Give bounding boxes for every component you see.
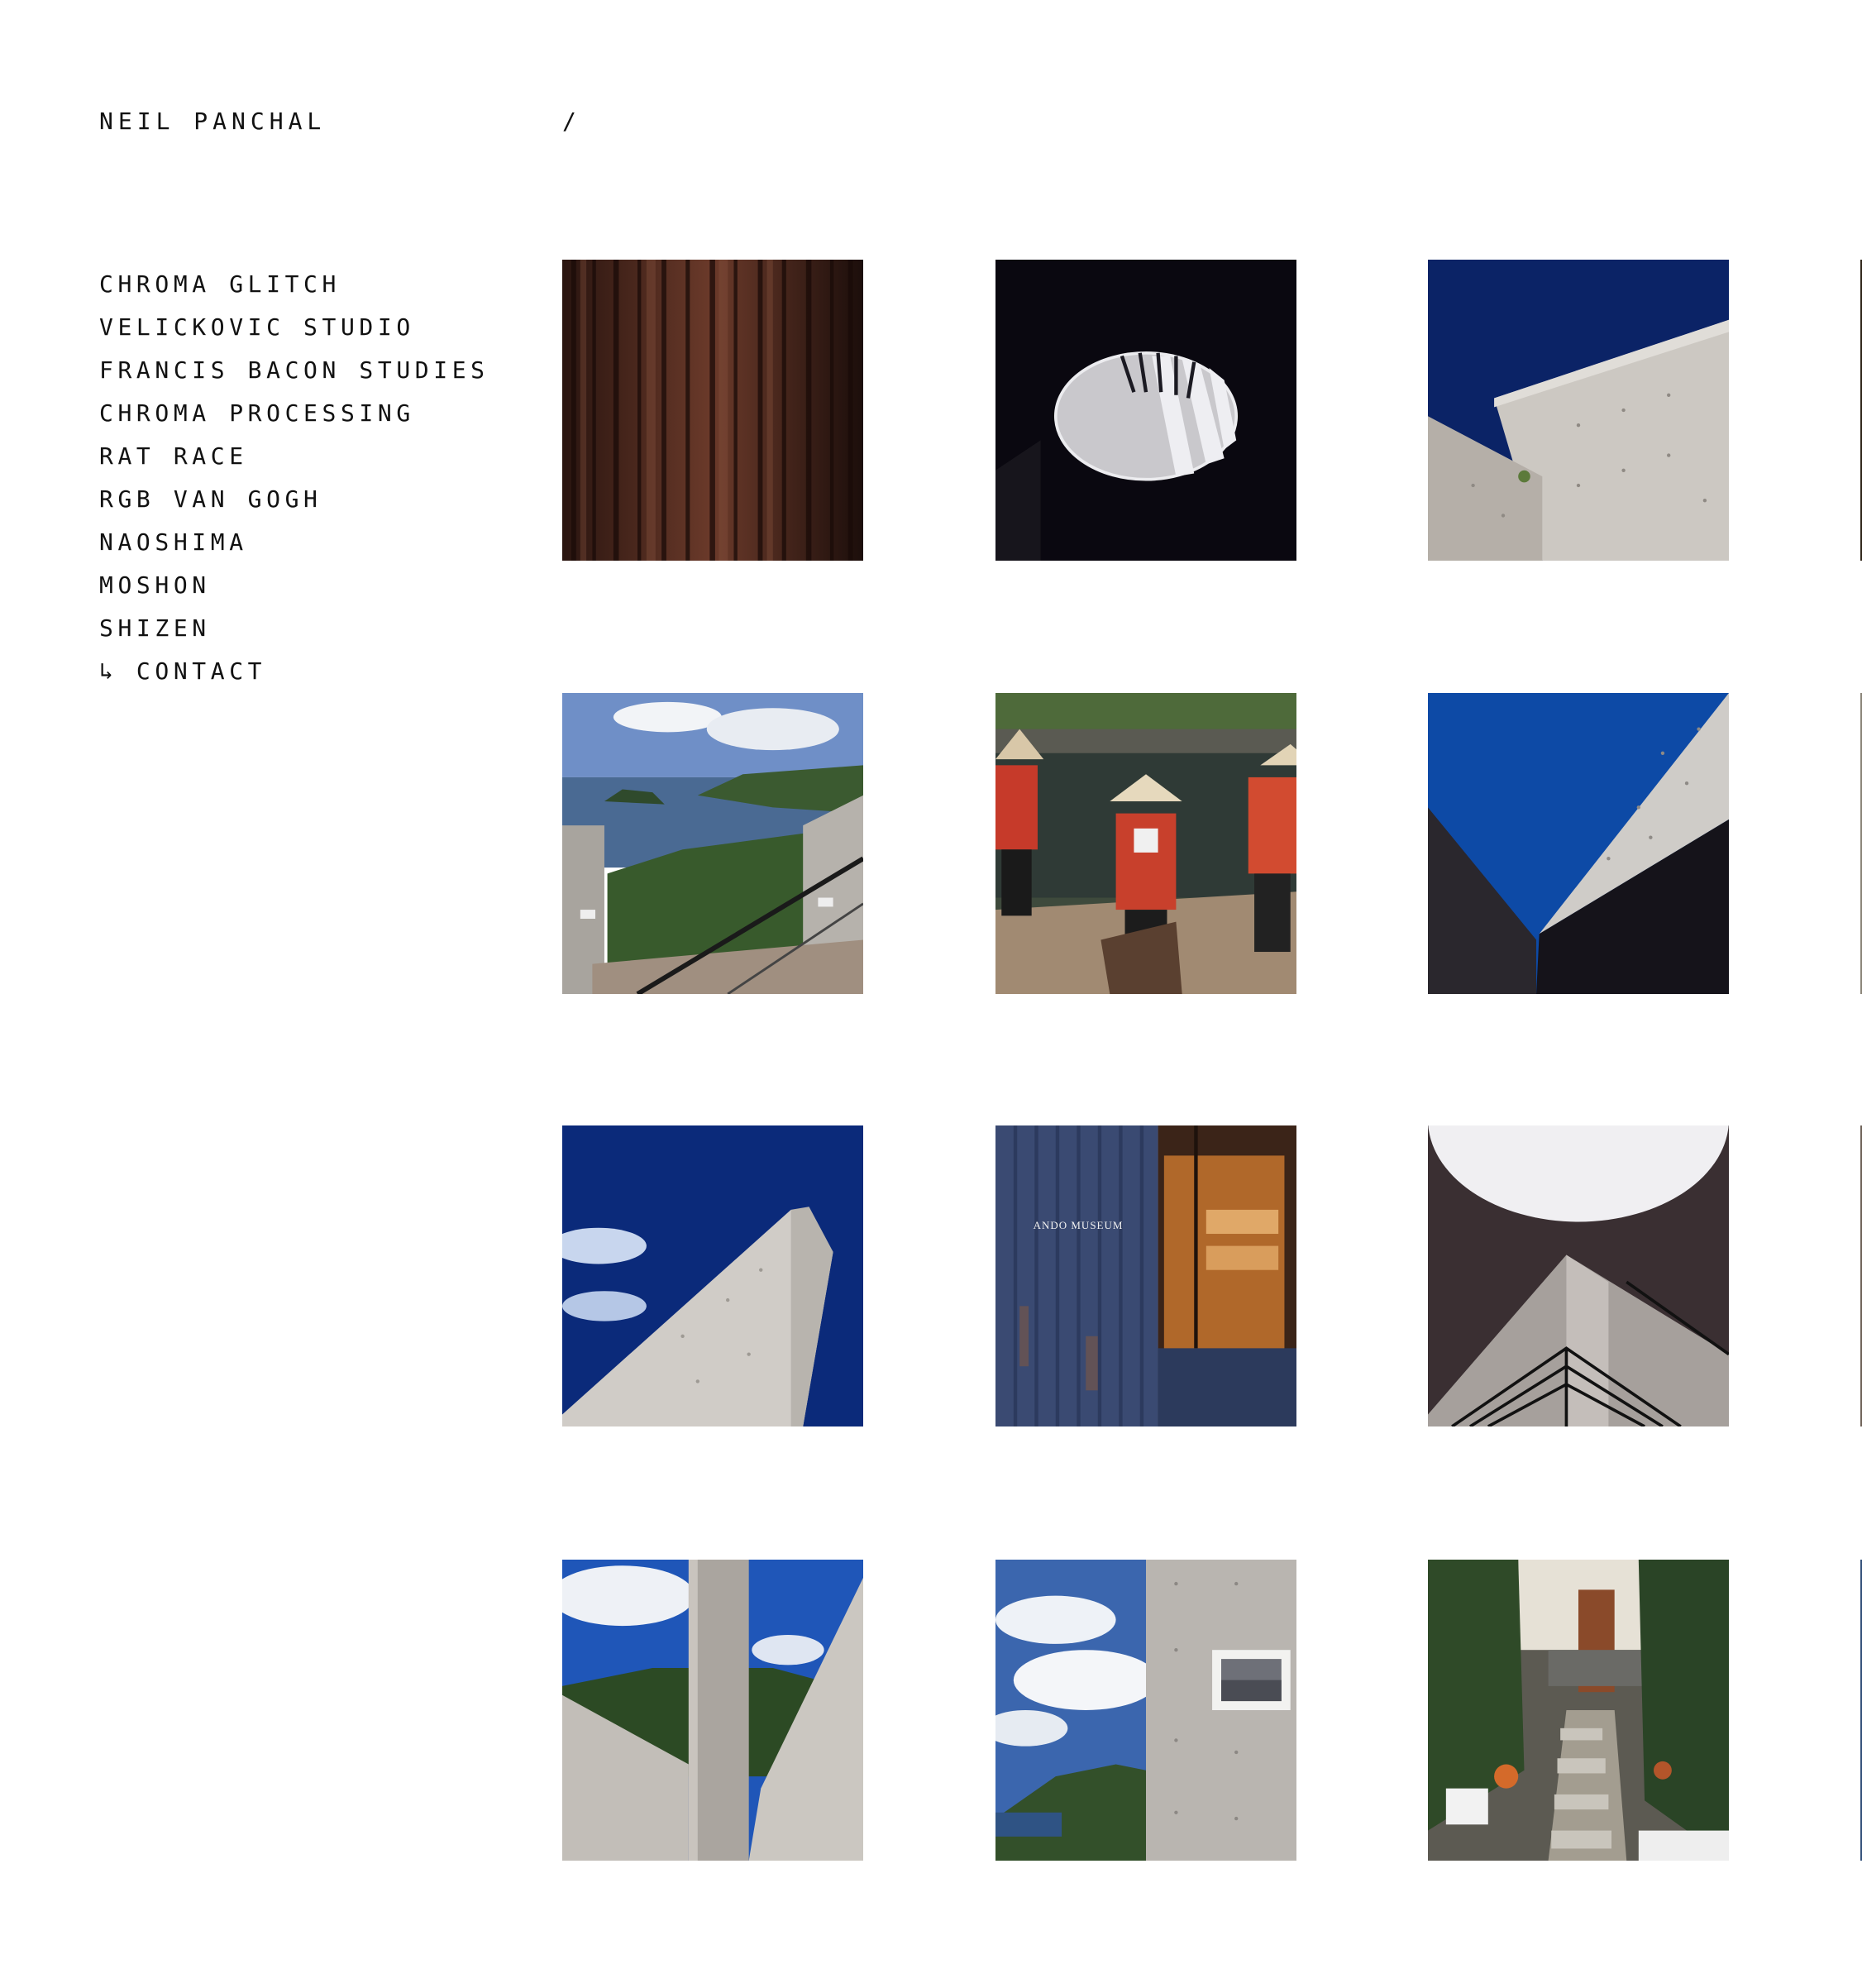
photo-oval-skylight[interactable] xyxy=(995,260,1296,561)
photo-alley-plants[interactable] xyxy=(1428,1560,1729,1861)
photo-grid: ANDO MUSEUM xyxy=(0,0,1862,1988)
photo-concrete-column[interactable] xyxy=(562,1560,863,1861)
photo-festival-figures[interactable] xyxy=(995,693,1296,994)
photo-circular-skylight[interactable] xyxy=(1428,1125,1729,1426)
photo-concrete-wall-sky[interactable] xyxy=(1428,260,1729,561)
photo-island-view[interactable] xyxy=(562,693,863,994)
photo-concrete-framed-photo[interactable] xyxy=(995,1560,1296,1861)
photo-museum-entrance[interactable]: ANDO MUSEUM xyxy=(995,1125,1296,1426)
photo-concrete-wedge[interactable] xyxy=(1428,693,1729,994)
museum-sign-text: ANDO MUSEUM xyxy=(1033,1219,1124,1231)
photo-concrete-pillar[interactable] xyxy=(562,1125,863,1426)
photo-wood-slats[interactable] xyxy=(562,260,863,561)
